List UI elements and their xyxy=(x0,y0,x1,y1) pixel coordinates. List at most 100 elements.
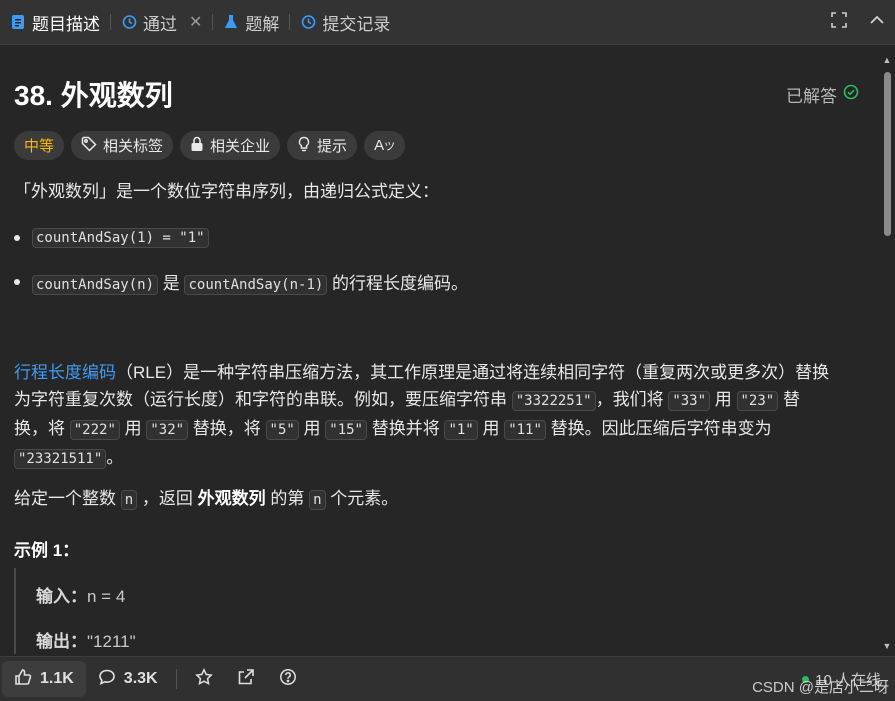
hint-label: 提示 xyxy=(317,138,348,155)
code-inline: "11" xyxy=(504,420,546,440)
solved-label: 已解答 xyxy=(786,86,837,106)
code-inline: "1" xyxy=(444,420,478,440)
translate-button[interactable]: Aツ xyxy=(364,131,406,160)
scrollbar[interactable]: ▲ ▼ xyxy=(882,56,892,651)
scroll-down-arrow-icon[interactable]: ▼ xyxy=(882,642,892,651)
task-sentence: 给定一个整数 n ，返回 外观数列 的第 n 个元素。 xyxy=(14,485,398,514)
text-fragment: ，返回 xyxy=(137,489,198,508)
question-circle-icon xyxy=(279,668,297,691)
tag-row: 中等 相关标签 相关企业 提示 Aツ xyxy=(14,131,406,160)
fullscreen-icon[interactable] xyxy=(831,12,847,33)
history-icon xyxy=(300,14,316,30)
text-fragment: 用 xyxy=(710,390,737,409)
rle-link[interactable]: 行程长度编码 xyxy=(14,363,116,382)
watermark: CSDN @是店小二呀 xyxy=(752,679,889,696)
text-fragment: （RLE）是一种字符串压缩方法，其工作原理是通过将连续相同字符（重复两次或更多次… xyxy=(116,363,830,382)
history-icon xyxy=(121,14,137,30)
star-icon xyxy=(194,667,213,691)
code-inline: "33" xyxy=(668,391,711,411)
code-inline: "15" xyxy=(325,420,367,440)
related-companies-button[interactable]: 相关企业 xyxy=(180,131,281,160)
example-input: 输入：n = 4 xyxy=(36,582,125,607)
text-fragment: ，我们将 xyxy=(595,390,669,409)
example-output: 输出："1211" xyxy=(36,627,136,652)
document-icon xyxy=(10,14,26,30)
bullet-dot xyxy=(14,278,20,285)
related-companies-label: 相关企业 xyxy=(210,138,271,155)
tab-divider xyxy=(110,14,111,30)
tab-description[interactable]: 题目描述 xyxy=(10,0,110,45)
problem-description-panel: 38. 外观数列 已解答 中等 相关标签 相关企业 提示 Aツ 「外观数列」是一… xyxy=(0,46,878,654)
tab-divider xyxy=(289,14,291,30)
scroll-up-arrow-icon[interactable]: ▲ xyxy=(882,56,892,65)
text-fragment: 为字符重复次数（运行长度）和字符的串联。例如，要压缩字符串 xyxy=(14,390,512,409)
hint-button[interactable]: 提示 xyxy=(287,131,358,160)
text-fragment: 用 xyxy=(298,419,326,438)
text-fragment: 替换。因此压缩后字符串变为 xyxy=(545,419,772,438)
bold-term: 外观数列 xyxy=(197,489,266,508)
divider xyxy=(175,669,177,689)
text-fragment: 。 xyxy=(106,448,124,467)
check-circle-icon xyxy=(843,84,859,105)
list-item: countAndSay(n) 是 countAndSay(n-1) 的行程长度编… xyxy=(14,269,468,295)
tab-solutions-label: 题解 xyxy=(245,14,280,34)
chevron-up-icon[interactable] xyxy=(869,12,885,33)
help-button[interactable] xyxy=(267,657,309,701)
tab-solutions[interactable]: 题解 xyxy=(223,0,289,45)
tab-submissions[interactable]: 提交记录 xyxy=(300,0,400,45)
close-icon[interactable]: ✕ xyxy=(189,12,202,32)
panel-controls xyxy=(831,0,885,45)
text-fragment: 用 xyxy=(119,419,147,438)
share-button[interactable] xyxy=(225,657,267,701)
related-tags-button[interactable]: 相关标签 xyxy=(71,131,174,160)
difficulty-badge: 中等 xyxy=(14,131,65,160)
text-fragment: 用 xyxy=(477,419,505,438)
tag-icon xyxy=(81,136,97,156)
rle-line-3: 换，将 "222" 用 "32" 替换，将 "5" 用 "15" 替换并将 "1… xyxy=(14,415,864,444)
favorite-button[interactable] xyxy=(183,657,225,701)
like-count: 1.1K xyxy=(40,670,74,687)
text-fragment: 替 xyxy=(778,390,800,409)
text-fragment: 是 xyxy=(158,274,185,293)
comment-count: 3.3K xyxy=(123,670,158,687)
lock-icon xyxy=(190,136,204,156)
tab-divider xyxy=(212,14,214,30)
list-item-text: countAndSay(n) 是 countAndSay(n-1) 的行程长度编… xyxy=(32,269,468,295)
rle-line-4: "23321511"。 xyxy=(14,444,864,473)
scroll-thumb[interactable] xyxy=(884,72,891,236)
code-inline: n xyxy=(309,490,326,510)
problem-title[interactable]: 38. 外观数列 xyxy=(14,74,173,114)
output-value: "1211" xyxy=(87,632,136,651)
code-inline: "32" xyxy=(146,420,189,440)
text-fragment: 换，将 xyxy=(14,419,70,438)
text-fragment: 替换，将 xyxy=(188,419,266,438)
translate-icon: Aツ xyxy=(374,137,396,154)
tab-submissions-label: 提交记录 xyxy=(322,14,391,34)
lightbulb-icon xyxy=(297,136,311,156)
solved-status: 已解答 xyxy=(786,82,859,107)
example-block: 输入：n = 4 输出："1211" xyxy=(14,568,854,654)
related-tags-label: 相关标签 xyxy=(103,138,164,155)
code-inline: "222" xyxy=(69,420,120,440)
text-fragment: 替换并将 xyxy=(366,419,445,438)
code-inline: "5" xyxy=(265,420,299,440)
comments-button[interactable]: 3.3K xyxy=(86,657,170,701)
code-inline: "23" xyxy=(736,391,779,411)
rle-line-1: 行程长度编码（RLE）是一种字符串压缩方法，其工作原理是通过将连续相同字符（重复… xyxy=(14,359,864,386)
example-title: 示例 1： xyxy=(14,541,80,560)
tab-accepted[interactable]: 通过 ✕ xyxy=(121,0,212,45)
list-item: countAndSay(1) = "1" xyxy=(14,228,209,248)
code-inline: "23321511" xyxy=(14,449,107,469)
text-fragment: 个元素。 xyxy=(325,489,399,508)
rle-line-2: 为字符重复次数（运行长度）和字符的串联。例如，要压缩字符串 "3322251"，… xyxy=(14,386,864,415)
output-label: 输出： xyxy=(36,632,87,651)
code-inline: countAndSay(n) xyxy=(32,275,159,295)
text-fragment: 的第 xyxy=(265,489,310,508)
code-inline: countAndSay(1) = "1" xyxy=(32,228,209,248)
code-inline: countAndSay(n-1) xyxy=(184,275,328,295)
like-button[interactable]: 1.1K xyxy=(2,661,86,697)
intro-text: 「外观数列」是一个数位字符串序列，由递归公式定义： xyxy=(14,182,439,201)
bullet-dot xyxy=(14,235,20,241)
comment-icon xyxy=(98,668,116,691)
thumbs-up-icon xyxy=(14,668,32,691)
